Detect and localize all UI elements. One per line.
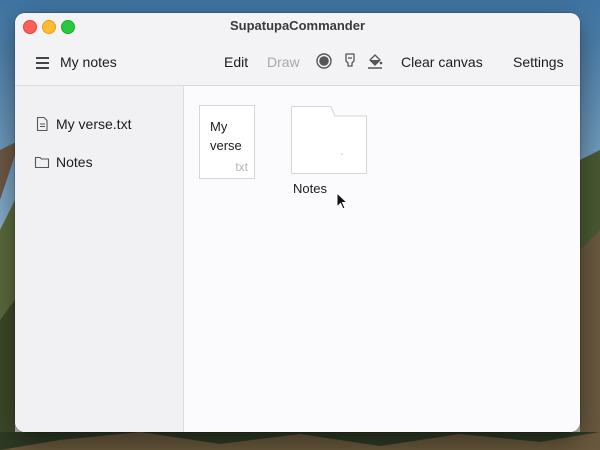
app-window: SupatupaCommander My notes Edit Draw Cle… bbox=[15, 13, 580, 432]
clear-canvas-button[interactable]: Clear canvas bbox=[401, 54, 483, 70]
folder-icon bbox=[34, 156, 50, 169]
sidebar-item-notes[interactable]: Notes bbox=[34, 152, 93, 172]
sidebar-item-my-verse[interactable]: My verse.txt bbox=[34, 114, 131, 134]
file-tile-name: My verse bbox=[210, 119, 242, 153]
canvas-area[interactable]: My verse txt Notes bbox=[184, 86, 580, 432]
title-bar[interactable]: SupatupaCommander bbox=[15, 13, 580, 39]
folder-tile-notes[interactable] bbox=[291, 106, 367, 174]
folder-tile-label: Notes bbox=[293, 181, 327, 196]
fill-bucket-icon[interactable] bbox=[366, 52, 384, 70]
settings-button[interactable]: Settings bbox=[513, 54, 564, 70]
hamburger-icon[interactable] bbox=[36, 57, 49, 69]
file-tile-my-verse[interactable]: My verse txt bbox=[199, 105, 255, 179]
document-icon bbox=[36, 116, 48, 132]
sidebar-item-label: Notes bbox=[56, 154, 93, 170]
toolbar: My notes Edit Draw Clear canvas Settings bbox=[15, 39, 580, 86]
sidebar-menu-title[interactable]: My notes bbox=[60, 54, 117, 70]
sidebar: My verse.txt Notes bbox=[15, 86, 184, 432]
draw-button[interactable]: Draw bbox=[267, 54, 300, 70]
record-icon[interactable] bbox=[315, 52, 333, 70]
file-tile-ext: txt bbox=[235, 160, 248, 174]
edit-button[interactable]: Edit bbox=[224, 54, 248, 70]
mouse-cursor-icon bbox=[336, 192, 348, 210]
marker-icon[interactable] bbox=[341, 52, 359, 70]
window-title: SupatupaCommander bbox=[229, 18, 366, 33]
sidebar-item-label: My verse.txt bbox=[56, 116, 132, 132]
